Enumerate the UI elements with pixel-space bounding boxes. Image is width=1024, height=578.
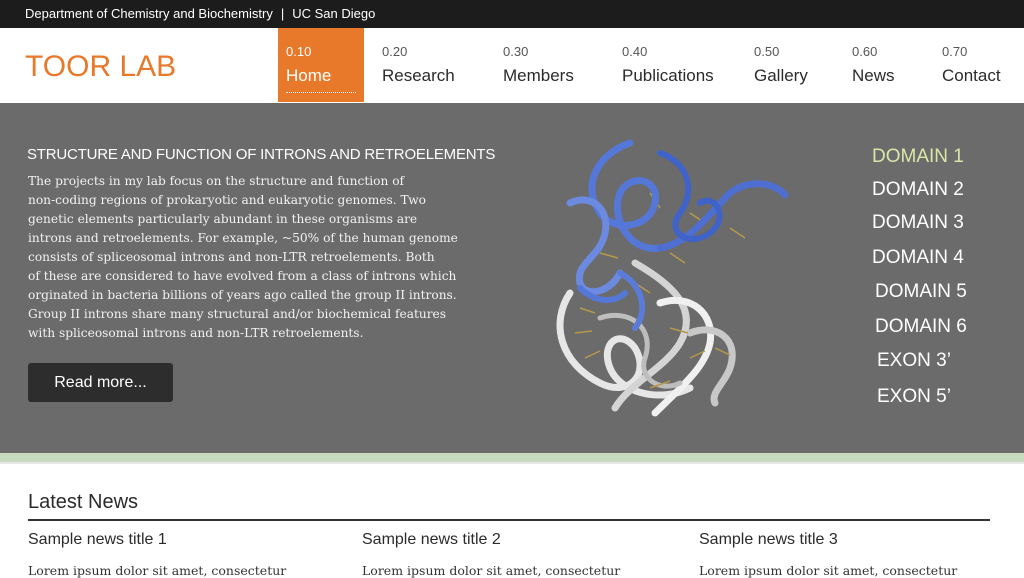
hero-description: The projects in my lab focus on the stru…: [28, 172, 468, 343]
section-divider-stripe: [0, 453, 1024, 462]
exon-5-link[interactable]: EXON 5’: [877, 386, 951, 408]
hero-text-line: genetic elements particularly abundant i…: [28, 212, 418, 226]
hero-text-line: consists of spliceosomal introns and non…: [28, 250, 435, 264]
exon-3-link[interactable]: EXON 3’: [877, 350, 951, 372]
nav-active-underline: [286, 92, 356, 93]
nav-item-label: Gallery: [754, 66, 808, 85]
nav-item-contact[interactable]: 0.70 Contact: [942, 28, 1018, 102]
news-card: Sample news title 3 Lorem ipsum dolor si…: [699, 531, 999, 578]
read-more-button[interactable]: Read more...: [28, 363, 173, 402]
domain-link-2[interactable]: DOMAIN 2: [872, 179, 964, 201]
site-logo[interactable]: TOOR LAB: [25, 50, 176, 84]
latest-news-heading: Latest News: [28, 491, 139, 513]
hero-text-line: The projects in my lab focus on the stru…: [28, 174, 405, 188]
domain-link-5[interactable]: DOMAIN 5: [875, 281, 967, 303]
nav-item-publications[interactable]: 0.40 Publications: [622, 28, 732, 102]
news-title-link[interactable]: Sample news title 1: [28, 531, 328, 549]
nav-item-news[interactable]: 0.60 News: [852, 28, 922, 102]
hero-section: STRUCTURE AND FUNCTION OF INTRONS AND RE…: [0, 103, 1024, 453]
news-excerpt: Lorem ipsum dolor sit amet, consectetur: [699, 563, 958, 578]
nav-item-number: 0.30: [503, 44, 529, 59]
hero-text-line: orginated in bacteria billions of years …: [28, 288, 457, 302]
hero-text-line: Group II introns share many structural a…: [28, 307, 447, 321]
domain-link-6[interactable]: DOMAIN 6: [875, 316, 967, 338]
news-card: Sample news title 2 Lorem ipsum dolor si…: [362, 531, 662, 578]
news-card: Sample news title 1 Lorem ipsum dolor si…: [28, 531, 328, 578]
news-title-link[interactable]: Sample news title 3: [699, 531, 999, 549]
domain-link-4[interactable]: DOMAIN 4: [872, 247, 964, 269]
nav-item-number: 0.60: [852, 44, 878, 59]
site-header: TOOR LAB 0.10 Home 0.20 Research 0.30 Me…: [0, 28, 1024, 103]
topbar-separator: |: [280, 6, 285, 21]
section-divider-shadow: [0, 462, 1024, 464]
domain-link-3[interactable]: DOMAIN 3: [872, 212, 964, 234]
nav-item-number: 0.10: [286, 44, 312, 59]
nav-item-label: Research: [382, 66, 455, 85]
top-bar: Department of Chemistry and Biochemistry…: [0, 0, 1024, 28]
hero-text-line: with spliceosomal introns and non-LTR re…: [28, 326, 364, 340]
nav-item-label: Publications: [622, 66, 714, 85]
nav-item-members[interactable]: 0.30 Members: [503, 28, 593, 102]
hero-title: STRUCTURE AND FUNCTION OF INTRONS AND RE…: [27, 146, 496, 163]
university-link[interactable]: UC San Diego: [292, 6, 375, 21]
intron-structure-image: [556, 139, 789, 417]
nav-item-gallery[interactable]: 0.50 Gallery: [754, 28, 834, 102]
department-link[interactable]: Department of Chemistry and Biochemistry: [25, 6, 273, 21]
nav-item-label: Home: [286, 66, 332, 85]
news-title-link[interactable]: Sample news title 2: [362, 531, 662, 549]
domain-link-1[interactable]: DOMAIN 1: [872, 146, 964, 168]
nav-item-label: Members: [503, 66, 574, 85]
hero-text-line: non-coding regions of prokaryotic and eu…: [28, 193, 426, 207]
nav-item-research[interactable]: 0.20 Research: [382, 28, 472, 102]
nav-item-number: 0.40: [622, 44, 648, 59]
nav-item-home[interactable]: 0.10 Home: [278, 28, 364, 102]
nav-item-label: Contact: [942, 66, 1001, 85]
nav-item-number: 0.20: [382, 44, 408, 59]
news-heading-rule: [28, 519, 990, 521]
hero-text-line: introns and retroelements. For example, …: [28, 231, 458, 245]
hero-text-line: of these are considered to have evolved …: [28, 269, 457, 283]
nav-item-label: News: [852, 66, 895, 85]
nav-item-number: 0.70: [942, 44, 968, 59]
nav-item-number: 0.50: [754, 44, 780, 59]
news-excerpt: Lorem ipsum dolor sit amet, consectetur: [28, 563, 287, 578]
news-excerpt: Lorem ipsum dolor sit amet, consectetur: [362, 563, 621, 578]
